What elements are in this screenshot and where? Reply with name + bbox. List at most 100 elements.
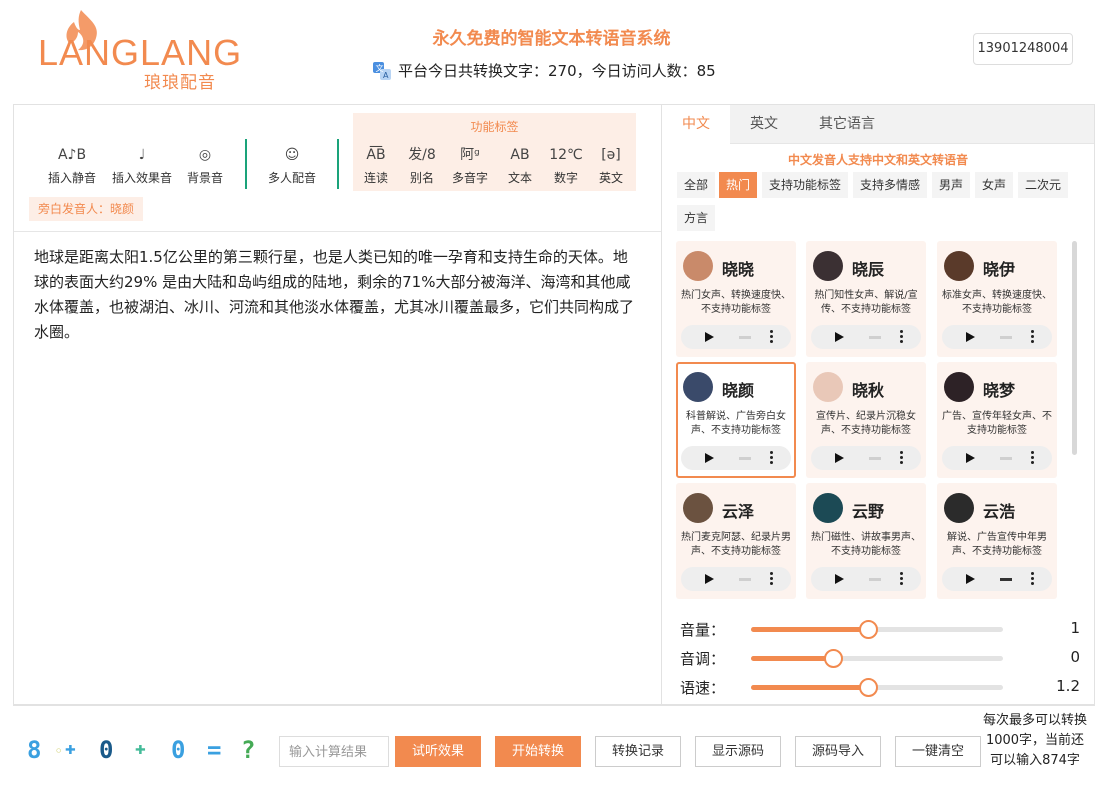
captcha-char: 0 [99, 736, 114, 764]
start-convert-button[interactable]: 开始转换 [495, 736, 581, 767]
pitch-slider: 音调： 0 [680, 648, 1080, 668]
people-icon: ☺ [284, 147, 300, 163]
number-icon: 12℃ [549, 147, 583, 163]
voice-card-xiaoxiao[interactable]: 晓晓 热门女声、转换速度快、不支持功能标签 [676, 241, 796, 357]
alias-tag-button[interactable]: 发/8 别名 [405, 143, 439, 186]
progress-bar[interactable] [1000, 457, 1012, 460]
voice-card-xiaomeng[interactable]: 晓梦 广告、宣传年轻女声、不支持功能标签 [937, 362, 1057, 478]
user-phone[interactable]: 13901248004 [973, 33, 1073, 65]
filter-multi-emotion[interactable]: 支持多情感 [853, 172, 928, 198]
tab-chinese[interactable]: 中文 [662, 105, 730, 144]
preview-button[interactable]: 试听效果 [395, 736, 481, 767]
voice-card-xiaoqiu[interactable]: 晓秋 宣传片、纪录片沉稳女声、不支持功能标签 [806, 362, 926, 478]
play-icon[interactable] [835, 574, 844, 584]
more-icon[interactable] [770, 451, 773, 465]
play-icon[interactable] [835, 453, 844, 463]
more-icon[interactable] [900, 330, 903, 344]
progress-bar[interactable] [1000, 578, 1012, 581]
more-icon[interactable] [770, 572, 773, 586]
voice-card-yunhao[interactable]: 云浩 解说、广告宣传中年男声、不支持功能标签 [937, 483, 1057, 599]
alias-icon: 发/8 [408, 147, 436, 163]
captcha-char: ◦ [55, 744, 63, 758]
more-icon[interactable] [1031, 572, 1034, 586]
polyphone-label: 多音字 [451, 171, 488, 185]
captcha-answer-input[interactable]: 输入计算结果 [279, 736, 389, 767]
more-icon[interactable] [770, 330, 773, 344]
header: LANGLANG 琅琅配音 永久免费的智能文本转语音系统 文 A 平台今日共转换… [0, 0, 1103, 104]
text-input-area[interactable]: 地球是距离太阳1.5亿公里的第三颗行星，也是人类已知的唯一孕育和支持生命的天体。… [34, 245, 640, 345]
history-button[interactable]: 转换记录 [595, 736, 681, 767]
audio-player [681, 325, 791, 349]
play-icon[interactable] [705, 453, 714, 463]
more-icon[interactable] [900, 451, 903, 465]
progress-bar[interactable] [739, 457, 751, 460]
insert-effect-sound-button[interactable]: ♩ 插入效果音 [110, 143, 174, 186]
filter-anime[interactable]: 二次元 [1018, 172, 1069, 198]
filter-female[interactable]: 女声 [975, 172, 1014, 198]
language-note: 中文发音人支持中文和英文转语音 [787, 153, 968, 167]
play-icon[interactable] [705, 332, 714, 342]
filter-male[interactable]: 男声 [932, 172, 971, 198]
play-icon[interactable] [966, 574, 975, 584]
filter-function-tags[interactable]: 支持功能标签 [762, 172, 849, 198]
progress-bar[interactable] [869, 578, 881, 581]
logo[interactable]: LANGLANG 琅琅配音 [38, 8, 241, 93]
volume-label: 音量： [680, 621, 726, 639]
voice-name: 晓梦 [983, 381, 1016, 400]
voice-description: 热门麦克阿瑟、纪录片男声、不支持功能标签 [681, 532, 791, 557]
progress-bar[interactable] [869, 457, 881, 460]
voice-list-scrollbar[interactable] [1072, 241, 1077, 455]
speed-track[interactable] [751, 678, 1003, 697]
text-tag-button[interactable]: AB 文本 [503, 143, 537, 186]
speed-handle[interactable] [859, 678, 879, 697]
filter-all[interactable]: 全部 [677, 172, 716, 198]
music-note-icon: ♩ [138, 147, 146, 163]
progress-bar[interactable] [739, 336, 751, 339]
voice-name: 晓辰 [852, 260, 885, 279]
voice-description: 宣传片、纪录片沉稳女声、不支持功能标签 [816, 411, 916, 436]
more-icon[interactable] [1031, 451, 1034, 465]
tab-english[interactable]: 英文 [730, 105, 798, 144]
volume-handle[interactable] [859, 620, 879, 639]
platform-stats: 文 A 平台今日共转换文字：270，今日访问人数：85 [372, 60, 716, 81]
tab-other-languages[interactable]: 其它语言 [798, 105, 896, 144]
more-icon[interactable] [1031, 330, 1034, 344]
liaison-tag-button[interactable]: A͞B 连读 [361, 143, 391, 186]
filter-dialect[interactable]: 方言 [677, 205, 716, 231]
pitch-handle[interactable] [824, 649, 844, 668]
english-tag-button[interactable]: [ə] 英文 [595, 143, 627, 186]
import-source-button[interactable]: 源码导入 [795, 736, 881, 767]
show-source-button[interactable]: 显示源码 [695, 736, 781, 767]
action-bar: 8 ◦ ✚ 0 ✚ 0 = ? 输入计算结果 试听效果 开始转换 转换记录 显示… [13, 705, 1095, 801]
progress-bar[interactable] [869, 336, 881, 339]
polyphone-tag-button[interactable]: 阿ᵍ 多音字 [450, 143, 490, 186]
number-tag-button[interactable]: 12℃ 数字 [547, 143, 585, 186]
clear-all-button[interactable]: 一键清空 [895, 736, 981, 767]
play-icon[interactable] [966, 332, 975, 342]
volume-fill [751, 627, 870, 632]
pitch-track[interactable] [751, 649, 1003, 668]
play-icon[interactable] [705, 574, 714, 584]
more-icon[interactable] [900, 572, 903, 586]
progress-bar[interactable] [739, 578, 751, 581]
voice-name: 晓伊 [983, 260, 1016, 279]
voice-card-yunye[interactable]: 云野 热门磁性、讲故事男声、不支持功能标签 [806, 483, 926, 599]
play-icon[interactable] [966, 453, 975, 463]
audio-player [811, 325, 921, 349]
voice-card-yunze[interactable]: 云泽 热门麦克阿瑟、纪录片男声、不支持功能标签 [676, 483, 796, 599]
liaison-label: 连读 [363, 171, 388, 185]
voice-card-xiaoyi[interactable]: 晓伊 标准女声、转换速度快、不支持功能标签 [937, 241, 1057, 357]
play-icon[interactable] [835, 332, 844, 342]
audio-player [811, 567, 921, 591]
background-music-button[interactable]: ◎ 背景音 [182, 143, 228, 186]
insert-silence-button[interactable]: A♪B 插入静音 [44, 143, 100, 186]
volume-track[interactable] [751, 620, 1003, 639]
phonetic-icon: [ə] [601, 147, 621, 163]
multi-voice-button[interactable]: ☺ 多人配音 [264, 143, 320, 186]
voice-card-xiaoyan[interactable]: 晓颜 科普解说、广告旁白女声、不支持功能标签 [676, 362, 796, 478]
narrator-badge[interactable]: 旁白发音人：晓颜 [29, 197, 144, 221]
voice-card-xiaochen[interactable]: 晓辰 热门知性女声、解说/宣传、不支持功能标签 [806, 241, 926, 357]
progress-bar[interactable] [1000, 336, 1012, 339]
function-tags-title: 功能标签 [470, 120, 519, 134]
filter-popular[interactable]: 热门 [719, 172, 758, 198]
